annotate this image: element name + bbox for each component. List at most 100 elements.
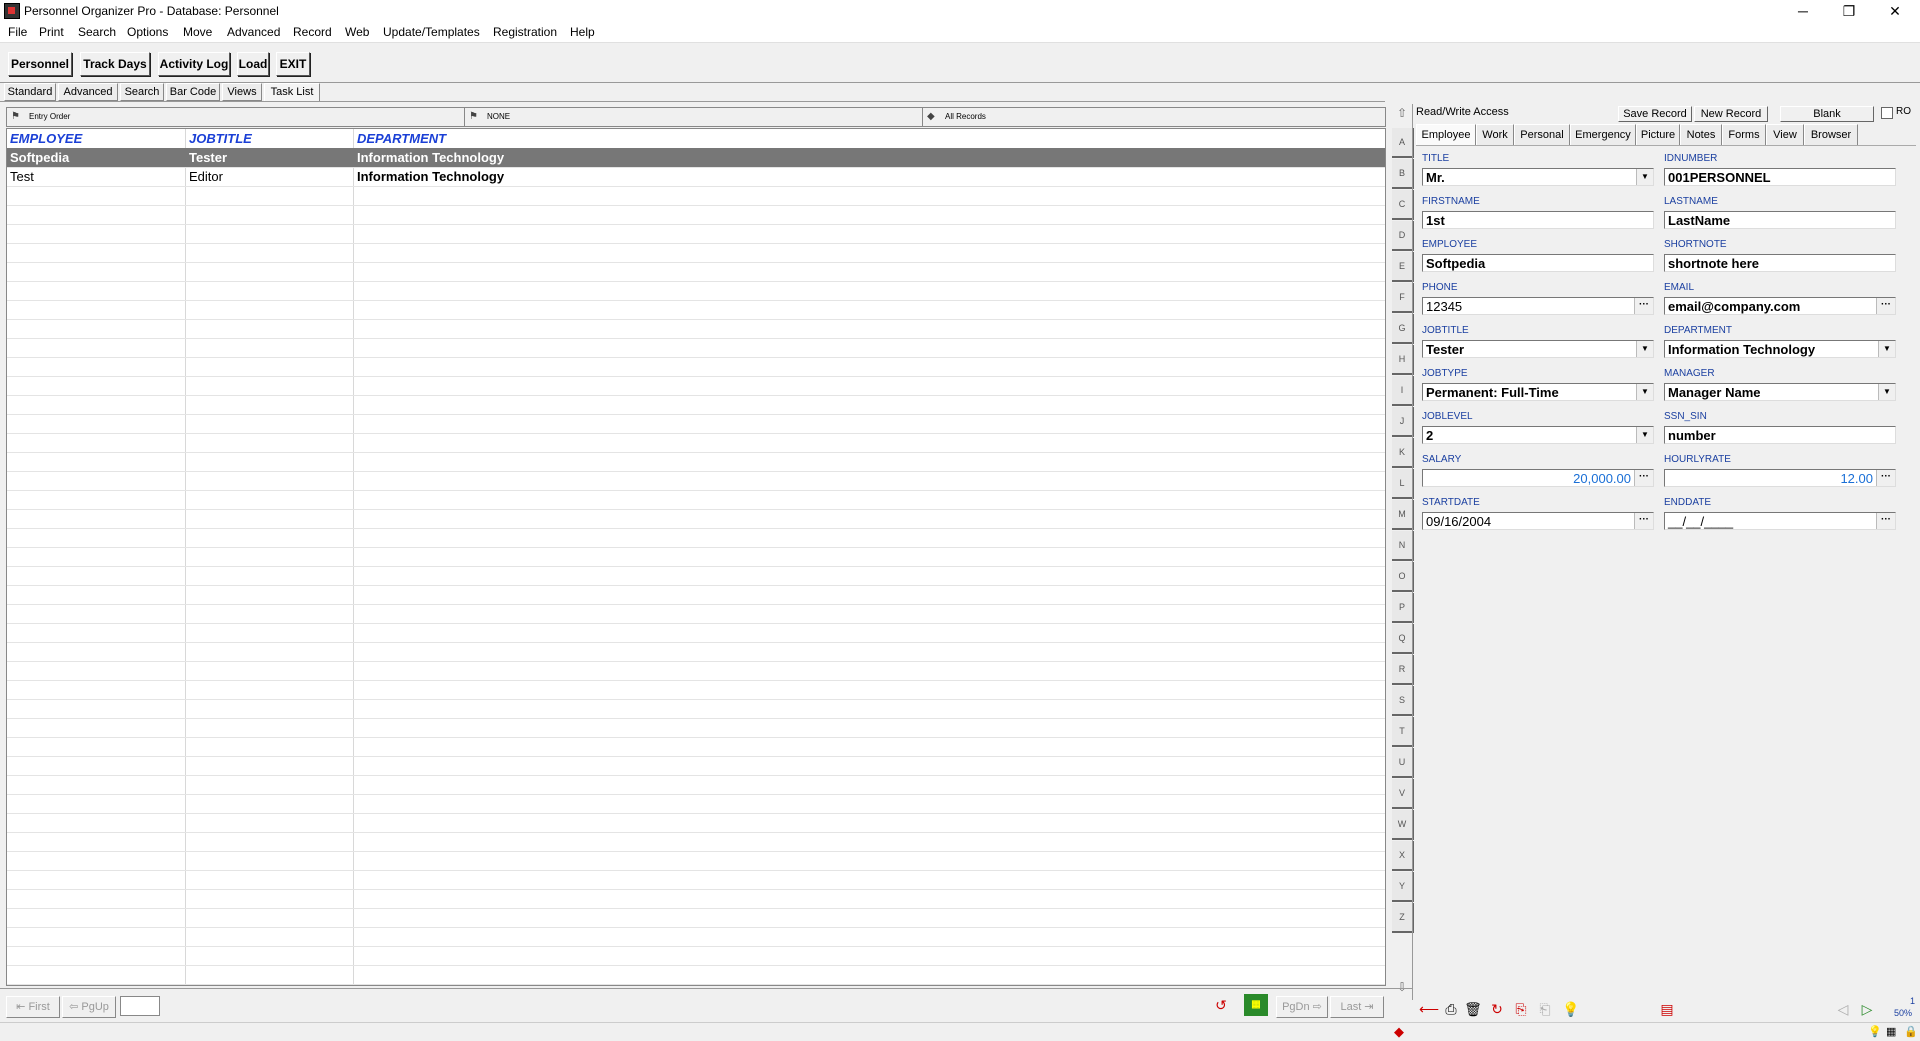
last-button[interactable]: Last ⇥ [1330,996,1384,1018]
idnumber-field[interactable]: 001PERSONNEL [1664,168,1896,186]
alpha-index-e[interactable]: E [1392,252,1414,282]
firstname-field[interactable]: 1st [1422,211,1654,229]
shortnote-field[interactable]: shortnote here [1664,254,1896,272]
tab-personal[interactable]: Personal [1514,124,1570,146]
menu-search[interactable]: Search [78,25,116,39]
enddate-ellipsis-button[interactable]: ··· [1876,513,1895,529]
alpha-index-h[interactable]: H [1392,345,1414,375]
alpha-index-p[interactable]: P [1392,593,1414,623]
menu-web[interactable]: Web [345,25,369,39]
column-header-jobtitle[interactable]: JOBTITLE [189,131,252,146]
tab-bar-code[interactable]: Bar Code [166,83,220,101]
alpha-index-a[interactable]: A [1392,128,1414,158]
alpha-index-v[interactable]: V [1392,779,1414,809]
department-select[interactable]: Information Technology ▼ [1664,340,1896,358]
startdate-field[interactable]: 09/16/2004 ··· [1422,512,1654,530]
lastname-field[interactable]: LastName [1664,211,1896,229]
tab-browser[interactable]: Browser [1804,124,1858,146]
scroll-up-arrow-icon[interactable]: ⇧ [1392,106,1412,124]
alpha-index-w[interactable]: W [1392,810,1414,840]
trash-icon[interactable]: 🗑 [1462,998,1484,1020]
print-icon[interactable]: ⎙ [1440,998,1462,1020]
minimize-button[interactable]: ─ [1780,0,1826,22]
close-button[interactable]: ✕ [1872,0,1918,22]
blank-button[interactable]: Blank [1780,106,1874,122]
tab-notes[interactable]: Notes [1680,124,1722,146]
alpha-index-c[interactable]: C [1392,190,1414,220]
tab-task-list[interactable]: Task List [264,83,320,102]
record-position-input[interactable] [120,996,160,1016]
employee-field[interactable]: Softpedia [1422,254,1654,272]
alpha-index-r[interactable]: R [1392,655,1414,685]
undo-icon[interactable]: ↺ [1210,994,1232,1016]
tab-emergency[interactable]: Emergency [1570,124,1636,146]
menu-options[interactable]: Options [127,25,168,39]
phone-field[interactable]: 12345 ··· [1422,297,1654,315]
filter-selector[interactable]: ⚑ NONE [464,107,924,127]
alpha-index-m[interactable]: M [1392,500,1414,530]
pgup-button[interactable]: ⇦ PgUp [62,996,116,1018]
manager-select[interactable]: Manager Name ▼ [1664,383,1896,401]
chevron-down-icon[interactable]: ▼ [1636,169,1653,185]
activity-log-button[interactable]: Activity Log [158,52,230,76]
load-button[interactable]: Load [237,52,269,76]
joblevel-select[interactable]: 2 ▼ [1422,426,1654,444]
alpha-index-d[interactable]: D [1392,221,1414,251]
menu-help[interactable]: Help [570,25,595,39]
alpha-index-x[interactable]: X [1392,841,1414,871]
hourlyrate-field[interactable]: 12.00 ··· [1664,469,1896,487]
new-record-button[interactable]: New Record [1694,106,1768,122]
menu-print[interactable]: Print [39,25,64,39]
tab-work[interactable]: Work [1476,124,1514,146]
chevron-down-icon[interactable]: ▼ [1878,341,1895,357]
alpha-index-k[interactable]: K [1392,438,1414,468]
email-ellipsis-button[interactable]: ··· [1876,298,1895,314]
records-grid[interactable]: EMPLOYEE JOBTITLE DEPARTMENT Softpedia T… [6,128,1386,986]
menu-registration[interactable]: Registration [493,25,557,39]
refresh-icon[interactable]: ↻ [1486,998,1508,1020]
alpha-index-i[interactable]: I [1392,376,1414,406]
jobtitle-select[interactable]: Tester ▼ [1422,340,1654,358]
chevron-down-icon[interactable]: ▼ [1878,384,1895,400]
alpha-index-g[interactable]: G [1392,314,1414,344]
tab-picture[interactable]: Picture [1636,124,1680,146]
lightbulb-icon[interactable]: 💡 [1560,998,1582,1020]
tab-search[interactable]: Search [120,83,164,101]
alpha-index-t[interactable]: T [1392,717,1414,747]
chevron-down-icon[interactable]: ▼ [1636,384,1653,400]
alpha-index-l[interactable]: L [1392,469,1414,499]
alpha-index-n[interactable]: N [1392,531,1414,561]
tab-view[interactable]: View [1766,124,1804,146]
salary-ellipsis-button[interactable]: ··· [1634,470,1653,486]
records-selector[interactable]: ◆ All Records [922,107,1386,127]
table-row[interactable]: Softpedia Tester Information Technology [7,148,1385,168]
ssn-field[interactable]: number [1664,426,1896,444]
chevron-down-icon[interactable]: ▼ [1636,341,1653,357]
alpha-index-u[interactable]: U [1392,748,1414,778]
exit-button[interactable]: EXIT [276,52,310,76]
restore-button[interactable]: ❐ [1826,0,1872,22]
email-field[interactable]: email@company.com ··· [1664,297,1896,315]
tab-standard[interactable]: Standard [4,83,56,101]
table-row[interactable]: Test Editor Information Technology [7,167,1385,187]
track-days-button[interactable]: Track Days [80,52,150,76]
tab-forms[interactable]: Forms [1722,124,1766,146]
hourlyrate-ellipsis-button[interactable]: ··· [1876,470,1895,486]
alpha-index-y[interactable]: Y [1392,872,1414,902]
menu-update-templates[interactable]: Update/Templates [383,25,480,39]
column-header-department[interactable]: DEPARTMENT [357,131,446,146]
phone-ellipsis-button[interactable]: ··· [1634,298,1653,314]
menu-file[interactable]: File [8,25,27,39]
alpha-index-f[interactable]: F [1392,283,1414,313]
menu-advanced[interactable]: Advanced [227,25,280,39]
alpha-index-z[interactable]: Z [1392,903,1414,933]
back-arrow-icon[interactable]: ⟵ [1418,998,1440,1020]
menu-move[interactable]: Move [183,25,212,39]
next-page-icon[interactable]: ▷ [1856,998,1878,1020]
alpha-index-j[interactable]: J [1392,407,1414,437]
scroll-down-arrow-icon[interactable]: ⇩ [1392,980,1412,998]
read-only-checkbox[interactable] [1881,107,1893,119]
alpha-index-s[interactable]: S [1392,686,1414,716]
copy-record-icon[interactable]: ⎘ [1510,998,1532,1020]
tab-advanced[interactable]: Advanced [58,83,118,101]
